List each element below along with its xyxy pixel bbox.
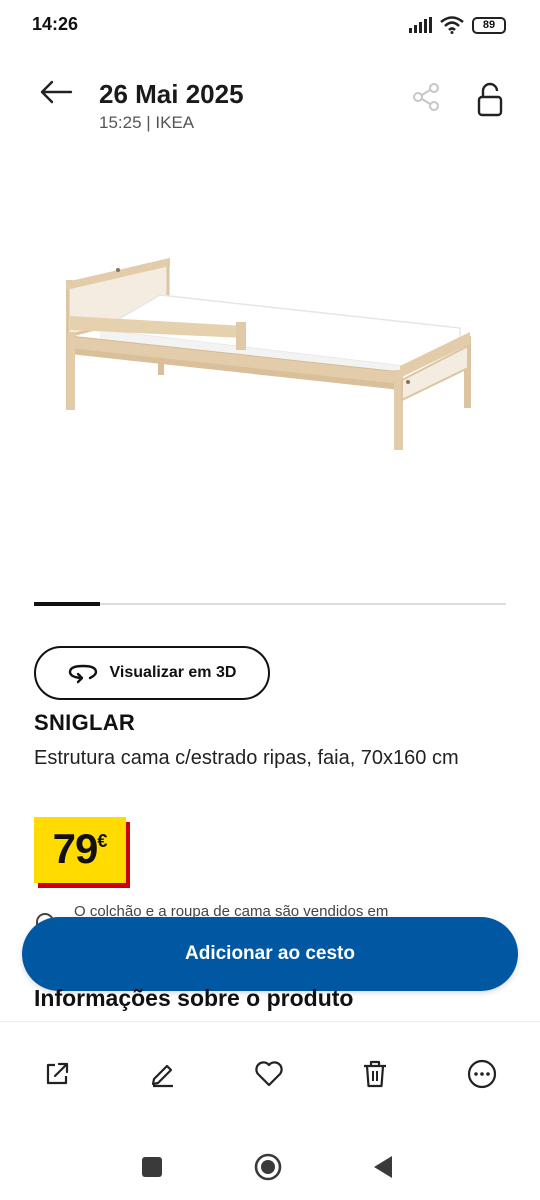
back-button[interactable] — [36, 74, 76, 110]
delete-icon — [364, 1060, 386, 1088]
share-icon[interactable] — [412, 82, 442, 112]
battery-level: 89 — [482, 19, 496, 31]
status-bar: 14:26 89 — [0, 0, 540, 52]
nav-back-button[interactable] — [372, 1154, 394, 1180]
delete-button[interactable] — [348, 1046, 402, 1102]
battery-icon: 89 — [472, 16, 506, 34]
more-button[interactable] — [455, 1046, 509, 1102]
view-3d-label: Visualizar em 3D — [109, 664, 237, 681]
page-title: 26 Mai 2025 — [99, 79, 244, 109]
favorite-button[interactable] — [242, 1046, 296, 1102]
open-external-button[interactable] — [30, 1046, 84, 1102]
view-3d-button[interactable]: Visualizar em 3D — [34, 646, 270, 700]
price-value: 79 — [52, 825, 99, 872]
divider — [0, 1021, 540, 1022]
status-icons: 89 — [408, 16, 506, 34]
favorite-icon — [255, 1061, 283, 1087]
product-name: SNIGLAR — [34, 710, 136, 735]
bottom-action-bar — [0, 1046, 540, 1106]
product-note: O colchão e a roupa de cama são vendidos… — [74, 903, 389, 917]
nav-recents-button[interactable] — [142, 1157, 162, 1177]
carousel-track — [34, 603, 506, 605]
open-external-icon — [46, 1062, 69, 1085]
back-arrow-icon — [40, 80, 73, 104]
product-info-heading[interactable]: Informações sobre o produto — [34, 985, 353, 1012]
price-currency: € — [97, 831, 108, 851]
product-description: Estrutura cama c/estrado ripas, faia, 70… — [34, 747, 459, 769]
edit-icon — [151, 1064, 173, 1088]
add-to-cart-button[interactable]: Adicionar ao cesto — [22, 917, 518, 991]
product-image — [66, 258, 471, 450]
nav-home-button[interactable] — [254, 1153, 282, 1181]
wifi-icon — [440, 16, 464, 34]
more-icon — [467, 1059, 497, 1089]
signal-icon — [409, 17, 432, 33]
unlock-icon[interactable] — [474, 82, 506, 118]
edit-button[interactable] — [136, 1046, 190, 1102]
price-tag: 79 € — [34, 817, 126, 883]
status-time: 14:26 — [32, 14, 79, 34]
page-subtitle: 15:25 | IKEA — [99, 113, 195, 132]
carousel-progress — [34, 602, 101, 606]
rotate-3d-icon — [68, 664, 97, 684]
